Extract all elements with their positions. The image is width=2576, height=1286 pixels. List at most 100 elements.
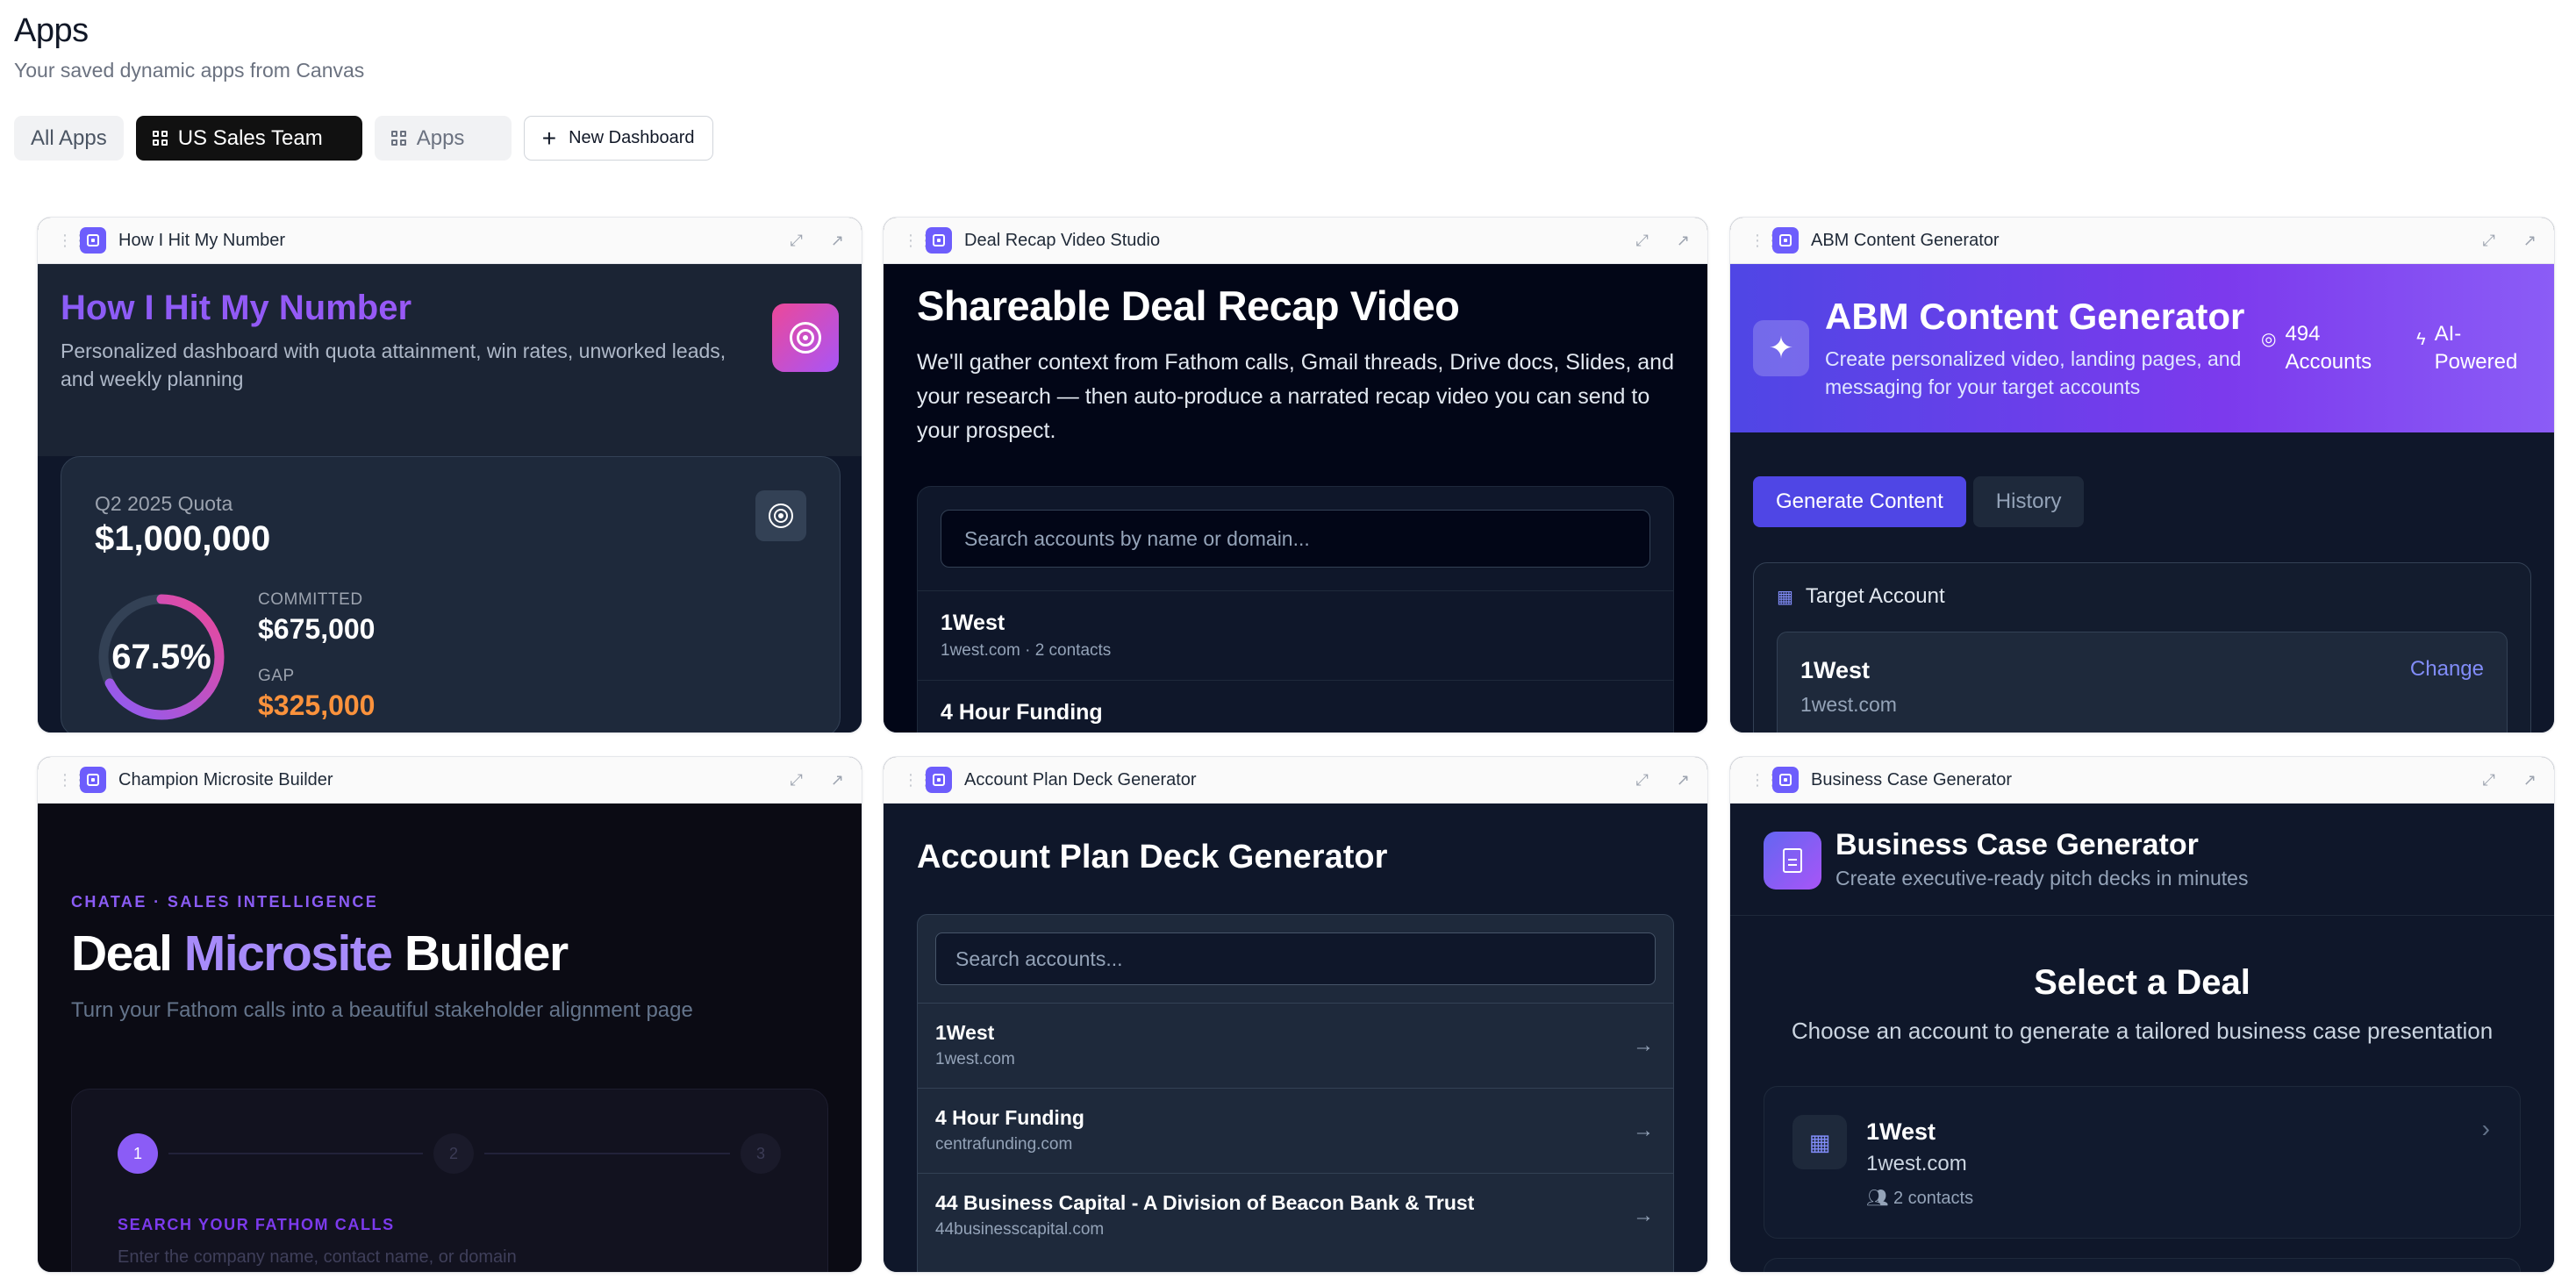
grid-icon (390, 131, 406, 146)
history-button[interactable]: History (1972, 476, 2085, 527)
card-title: Champion Microsite Builder (118, 769, 333, 789)
account-name: 4 Hour Funding (935, 1106, 1084, 1129)
dashboard-tabs: All Apps US Sales Team Apps + New Dashbo… (14, 116, 713, 161)
app-card-champion-microsite-builder: ⋮⋮ Champion Microsite Builder ⤢ ↗ CHATAE… (37, 756, 862, 1273)
account-domain: 1west.com (1800, 693, 1897, 716)
expand-icon[interactable]: ⤢ (791, 771, 803, 789)
drag-handle-icon[interactable]: ⋮⋮ (903, 232, 934, 250)
microsite-subtitle: Turn your Fathom calls into a beautiful … (71, 998, 693, 1022)
abm-tabs: Generate Content History (1753, 476, 2085, 527)
search-calls-input[interactable]: Enter the company name, contact name, or… (118, 1247, 517, 1268)
app-card-how-i-hit-my-number: ⋮⋮ How I Hit My Number ⤢ ↗ How I Hit My … (37, 217, 862, 733)
stepper-panel: 1 2 3 SEARCH YOUR FATHOM CALLS Enter the… (71, 1089, 828, 1272)
step-1: 1 (118, 1133, 158, 1174)
page-header: Apps Your saved dynamic apps from Canvas (14, 12, 364, 82)
list-item[interactable]: 1West 1west.com · 2 contacts (918, 590, 1673, 680)
app-card-business-case-generator: ⋮⋮ Business Case Generator ⤢ ↗ Business … (1729, 756, 2555, 1273)
select-deal-title: Select a Deal (2034, 963, 2250, 1002)
recap-description: We'll gather context from Fathom calls, … (917, 350, 1674, 443)
target-icon (772, 304, 839, 372)
target-account-header: ▦ Target Account (1777, 584, 2508, 609)
quota-value: $1,000,000 (95, 519, 271, 558)
tab-apps[interactable]: Apps (374, 116, 512, 161)
arrow-right-icon: → (1633, 1118, 1654, 1142)
account-name: 44 Business Capital - A Division of Beac… (935, 1191, 1475, 1214)
open-external-icon[interactable]: ↗ (1677, 771, 1690, 789)
expand-icon[interactable]: ⤢ (791, 232, 803, 250)
account-name: 1West (1800, 657, 1871, 683)
ai-label: AI-Powered (2434, 322, 2518, 374)
expand-icon[interactable]: ⤢ (2483, 771, 2495, 789)
expand-icon[interactable]: ⤢ (1636, 771, 1649, 789)
card-toolbar: ⋮⋮ Champion Microsite Builder ⤢ ↗ (38, 757, 862, 804)
new-dashboard-button[interactable]: + New Dashboard (523, 116, 713, 161)
account-search-panel: Search accounts by name or domain... 1We… (917, 486, 1674, 732)
expand-icon[interactable]: ⤢ (2483, 232, 2495, 250)
expand-icon[interactable]: ⤢ (1636, 232, 1649, 250)
dashboard-description: Personalized dashboard with quota attain… (61, 339, 726, 390)
building-icon: ▦ (1792, 1115, 1847, 1169)
account-name: 1West (935, 1021, 995, 1044)
deal-card[interactable]: ▦ 1West 1west.com 👥︎ 2 contacts › (1764, 1086, 2521, 1239)
app-icon (80, 767, 106, 793)
deal-card[interactable] (1764, 1258, 2521, 1272)
card-toolbar: ⋮⋮ How I Hit My Number ⤢ ↗ (38, 218, 862, 264)
drag-handle-icon[interactable]: ⋮⋮ (903, 771, 934, 789)
card-body: Business Case Generator Create executive… (1730, 804, 2554, 1272)
card-body: Account Plan Deck Generator Search accou… (884, 804, 1707, 1272)
drag-handle-icon[interactable]: ⋮⋮ (57, 232, 88, 250)
dashboard-header: How I Hit My Number Personalized dashboa… (38, 264, 862, 456)
app-card-abm-content-generator: ⋮⋮ ABM Content Generator ⤢ ↗ ✦ ABM Conte… (1729, 217, 2555, 733)
selected-account: 1West 1west.com Change (1777, 632, 2508, 732)
deck-heading: Account Plan Deck Generator (917, 839, 1388, 875)
document-icon (1764, 832, 1821, 889)
generate-content-button[interactable]: Generate Content (1753, 476, 1966, 527)
select-deal-description: Choose an account to generate a tailored… (1791, 1018, 2494, 1044)
list-item[interactable]: 44 Business Capital - A Division of Beac… (918, 1173, 1673, 1258)
card-body: Shareable Deal Recap Video We'll gather … (884, 264, 1707, 732)
accounts-metric: ◎ 494 Accounts (2261, 320, 2384, 376)
accounts-count: 494 Accounts (2285, 322, 2372, 374)
chevron-right-icon: › (2481, 1115, 2490, 1142)
tab-us-sales-team[interactable]: US Sales Team (135, 116, 362, 161)
tab-all-apps[interactable]: All Apps (14, 116, 124, 161)
drag-handle-icon[interactable]: ⋮⋮ (1750, 771, 1780, 789)
card-title: Account Plan Deck Generator (964, 769, 1197, 789)
abm-heading: ABM Content Generator (1825, 296, 2245, 337)
card-body: How I Hit My Number Personalized dashboa… (38, 264, 862, 732)
open-external-icon[interactable]: ↗ (831, 232, 844, 250)
card-title: ABM Content Generator (1811, 230, 2000, 250)
list-item[interactable]: 1West 1west.com → (918, 1003, 1673, 1088)
arrow-right-icon: → (1633, 1033, 1654, 1057)
account-domain: 44businesscapital.com (935, 1220, 1105, 1239)
search-accounts-input[interactable]: Search accounts... (935, 932, 1656, 985)
open-external-icon[interactable]: ↗ (2523, 771, 2537, 789)
drag-handle-icon[interactable]: ⋮⋮ (1750, 232, 1780, 250)
app-icon (1772, 227, 1799, 254)
list-item[interactable]: 4 Hour Funding (918, 680, 1673, 732)
card-title: Business Case Generator (1811, 769, 2013, 789)
list-item[interactable]: 4 Hour Funding centrafunding.com → (918, 1088, 1673, 1173)
change-account-link[interactable]: Change (2410, 657, 2484, 682)
open-external-icon[interactable]: ↗ (831, 771, 844, 789)
account-domain: 1west.com (935, 1050, 1015, 1068)
tab-label: Apps (416, 125, 465, 150)
open-external-icon[interactable]: ↗ (2523, 232, 2537, 250)
account-list-panel: Search accounts... 1West 1west.com → 4 H… (917, 914, 1674, 1272)
target-icon (755, 490, 806, 541)
drag-handle-icon[interactable]: ⋮⋮ (57, 771, 88, 789)
account-detail: 1west.com · 2 contacts (941, 641, 1112, 660)
card-toolbar: ⋮⋮ Deal Recap Video Studio ⤢ ↗ (884, 218, 1707, 264)
open-external-icon[interactable]: ↗ (1677, 232, 1690, 250)
app-card-deal-recap-video-studio: ⋮⋮ Deal Recap Video Studio ⤢ ↗ Shareable… (883, 217, 1708, 733)
sparkles-icon: ✦ (1753, 320, 1809, 376)
quota-panel: Q2 2025 Quota $1,000,000 67.5% COMMITTED $… (61, 456, 841, 732)
abm-description: Create personalized video, landing pages… (1825, 347, 2242, 398)
account-search-input[interactable]: Search accounts by name or domain... (941, 510, 1650, 568)
abm-hero: ✦ ABM Content Generator Create personali… (1730, 264, 2554, 432)
card-toolbar: ⋮⋮ Business Case Generator ⤢ ↗ (1730, 757, 2554, 804)
card-body: CHATAE · SALES INTELLIGENCE Deal Microsi… (38, 804, 862, 1272)
grid-icon (152, 131, 168, 146)
quota-percent: 67.5% (111, 637, 211, 676)
microsite-heading: Deal Microsite Builder (71, 925, 569, 982)
